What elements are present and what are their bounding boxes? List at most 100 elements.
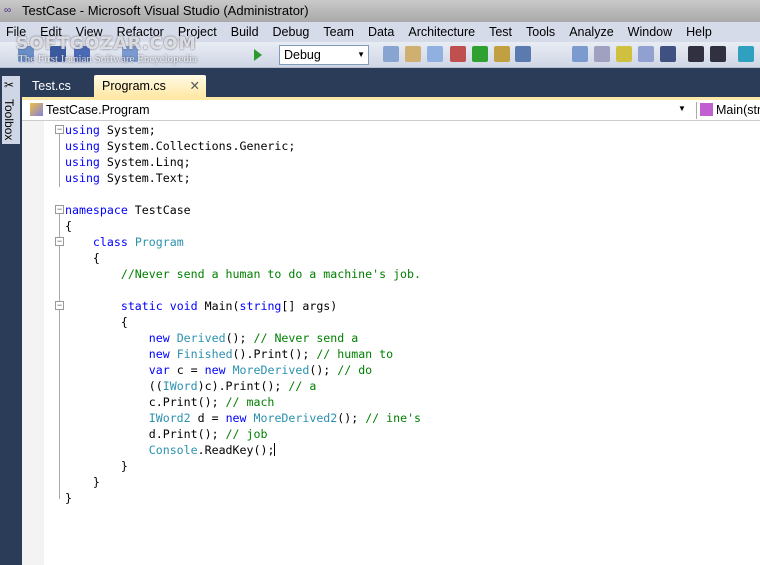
- title-bar: ∞ TestCase - Microsoft Visual Studio (Ad…: [0, 0, 760, 22]
- list-icon[interactable]: [660, 46, 676, 62]
- comment-icon[interactable]: [738, 46, 754, 62]
- menu-debug[interactable]: Debug: [266, 22, 317, 42]
- code-line: ((IWord)c).Print(); // a: [65, 378, 421, 394]
- tab-program-cs[interactable]: Program.cs ✕: [94, 75, 206, 97]
- collapse-icon[interactable]: −: [55, 301, 64, 310]
- navigation-bar: TestCase.Program ▼ Main(str: [22, 100, 760, 121]
- chevron-down-icon: ▼: [357, 50, 365, 59]
- code-text: using System; using System.Collections.Ge…: [65, 122, 421, 506]
- menu-build[interactable]: Build: [224, 22, 266, 42]
- code-token: Main(: [197, 299, 240, 313]
- menu-tools[interactable]: Tools: [519, 22, 562, 42]
- code-token: string: [239, 299, 282, 313]
- tab-test-cs[interactable]: Test.cs: [24, 75, 79, 97]
- code-line: d.Print(); // job: [65, 426, 421, 442]
- close-icon[interactable]: ✕: [190, 75, 200, 97]
- menu-window[interactable]: Window: [621, 22, 679, 42]
- properties-icon[interactable]: [405, 46, 421, 62]
- code-line: class Program: [65, 234, 421, 250]
- code-line: //Never send a human to do a machine's j…: [65, 266, 421, 282]
- code-line: Console.ReadKey();: [65, 442, 421, 458]
- toolbar-icon[interactable]: [594, 46, 610, 62]
- code-line: new Derived(); // Never send a: [65, 330, 421, 346]
- code-editor[interactable]: − − − − using System; using System.Collec…: [22, 121, 760, 565]
- code-token: ().Print();: [232, 347, 317, 361]
- menu-analyze[interactable]: Analyze: [562, 22, 620, 42]
- menu-help[interactable]: Help: [679, 22, 719, 42]
- extension-icon[interactable]: [472, 46, 488, 62]
- code-token: void: [169, 299, 198, 313]
- code-token: .ReadKey();: [197, 443, 275, 457]
- outdent-icon[interactable]: [688, 46, 704, 62]
- code-line: }: [65, 490, 421, 506]
- object-browser-icon[interactable]: [427, 46, 443, 62]
- code-token: // Never send a: [253, 331, 359, 345]
- code-token: new: [204, 363, 226, 377]
- code-line: {: [65, 314, 421, 330]
- code-token: new: [225, 411, 247, 425]
- menu-architecture[interactable]: Architecture: [401, 22, 482, 42]
- code-token: c =: [169, 363, 205, 377]
- code-line: new Finished().Print(); // human to: [65, 346, 421, 362]
- code-token: // human to: [316, 347, 394, 361]
- watermark-subtitle: The First Iranian Software Encyclopedia: [18, 53, 197, 65]
- menu-team[interactable]: Team: [316, 22, 361, 42]
- code-token: new: [148, 331, 170, 345]
- toolbar-icon[interactable]: [572, 46, 588, 62]
- code-line: using System.Linq;: [65, 154, 421, 170]
- code-token: ();: [225, 331, 254, 345]
- type-dropdown[interactable]: TestCase.Program: [30, 102, 150, 119]
- play-icon[interactable]: [254, 49, 262, 61]
- code-token: d.Print();: [65, 427, 226, 441]
- code-token: System.Collections.Generic;: [99, 139, 296, 153]
- code-token: // mach: [225, 395, 275, 409]
- collapse-icon[interactable]: −: [55, 237, 64, 246]
- code-token: // a: [288, 379, 317, 393]
- code-line: IWord2 d = new MoreDerived2(); // ine's: [65, 410, 421, 426]
- chevron-down-icon[interactable]: ▼: [678, 104, 686, 113]
- code-token: }: [65, 459, 128, 473]
- code-token: System.Linq;: [99, 155, 191, 169]
- find-icon[interactable]: [383, 46, 399, 62]
- member-dropdown[interactable]: Main(str: [696, 102, 760, 119]
- indicator-margin: [22, 121, 44, 565]
- code-token: ((: [65, 379, 163, 393]
- configuration-select[interactable]: Debug ▼: [279, 45, 369, 65]
- code-token: {: [65, 315, 128, 329]
- window-title: TestCase - Microsoft Visual Studio (Admi…: [22, 3, 309, 18]
- code-token: using: [65, 123, 100, 137]
- class-icon: [30, 103, 43, 116]
- code-line: }: [65, 474, 421, 490]
- toolbox-tab[interactable]: ✂ Toolbox: [2, 76, 20, 144]
- code-line: using System.Collections.Generic;: [65, 138, 421, 154]
- code-token: var: [148, 363, 170, 377]
- tools-icon[interactable]: [450, 46, 466, 62]
- collapse-icon[interactable]: −: [55, 125, 64, 134]
- code-token: // do: [337, 363, 373, 377]
- menu-data[interactable]: Data: [361, 22, 401, 42]
- command-window-icon[interactable]: [515, 46, 531, 62]
- code-token: System;: [99, 123, 156, 137]
- code-line: c.Print(); // mach: [65, 394, 421, 410]
- code-line: using System;: [65, 122, 421, 138]
- indent-icon[interactable]: [710, 46, 726, 62]
- code-token: ();: [309, 363, 338, 377]
- layout-icon[interactable]: [494, 46, 510, 62]
- code-token: IWord: [162, 379, 198, 393]
- code-line: {: [65, 218, 421, 234]
- collapse-icon[interactable]: −: [55, 205, 64, 214]
- cursor-icon[interactable]: [616, 46, 632, 62]
- code-token: Program: [134, 235, 184, 249]
- tools-icon: ✂: [4, 78, 15, 92]
- format-icon[interactable]: [638, 46, 654, 62]
- menu-test[interactable]: Test: [482, 22, 519, 42]
